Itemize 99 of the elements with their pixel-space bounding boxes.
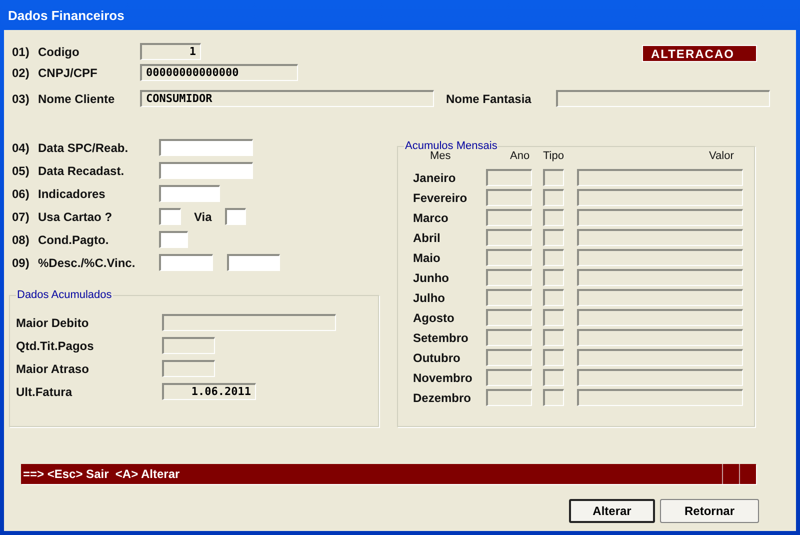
month-label: Outubro: [413, 350, 462, 364]
input-field[interactable]: 00000000000000: [140, 64, 298, 81]
field-number: 03): [12, 92, 30, 106]
field-label: Ult.Fatura: [16, 384, 74, 398]
group-title: Dados Acumulados: [16, 289, 113, 301]
field-number: 01): [12, 44, 30, 58]
month-label: Dezembro: [413, 390, 472, 404]
input-field[interactable]: [162, 314, 336, 331]
input-field[interactable]: [543, 249, 564, 266]
input-field[interactable]: [577, 209, 743, 226]
dialog-button[interactable]: Alterar: [569, 499, 655, 523]
input-field[interactable]: [227, 254, 280, 271]
group-title: Acumulos Mensais: [404, 140, 498, 152]
field-label: Qtd.Tit.Pagos: [16, 338, 95, 352]
input-field[interactable]: [577, 349, 743, 366]
input-field[interactable]: [543, 349, 564, 366]
field-label: Codigo: [38, 44, 80, 58]
input-field[interactable]: [486, 249, 532, 266]
input-field[interactable]: [543, 289, 564, 306]
input-field[interactable]: [543, 229, 564, 246]
field-label: Nome Cliente: [38, 92, 116, 106]
input-field[interactable]: [159, 254, 213, 271]
input-field[interactable]: [162, 360, 215, 377]
input-field[interactable]: 1: [140, 43, 201, 60]
input-field[interactable]: [543, 329, 564, 346]
month-label: Junho: [413, 270, 450, 284]
month-label: Janeiro: [413, 170, 457, 184]
input-field[interactable]: [486, 189, 532, 206]
field-label: Nome Fantasia: [446, 92, 532, 106]
input-field[interactable]: [486, 289, 532, 306]
month-label: Julho: [413, 290, 446, 304]
field-label: CNPJ/CPF: [38, 66, 98, 80]
column-header: Valor: [709, 150, 734, 162]
input-field[interactable]: [159, 162, 253, 179]
input-field[interactable]: [486, 389, 532, 406]
field-label: Data SPC/Reab.: [38, 140, 130, 154]
month-label: Abril: [413, 230, 442, 244]
field-number: 02): [12, 66, 30, 80]
month-label: Agosto: [413, 310, 456, 324]
input-field[interactable]: [543, 269, 564, 286]
input-field[interactable]: [543, 369, 564, 386]
input-field[interactable]: [577, 169, 743, 186]
input-field[interactable]: CONSUMIDOR: [140, 90, 434, 107]
input-field[interactable]: [159, 185, 220, 202]
input-field[interactable]: [486, 349, 532, 366]
window-title: Dados Financeiros: [8, 8, 124, 22]
month-label: Maio: [413, 250, 442, 264]
month-label: Marco: [413, 210, 450, 224]
field-label: %Desc./%C.Vinc.: [38, 256, 136, 270]
dialog-button[interactable]: Retornar: [660, 499, 759, 523]
input-field[interactable]: [486, 269, 532, 286]
month-label: Fevereiro: [413, 190, 468, 204]
field-number: 07): [12, 210, 30, 224]
field-number: 06): [12, 186, 30, 200]
input-field[interactable]: [556, 90, 770, 107]
input-field[interactable]: [577, 269, 743, 286]
input-field[interactable]: [486, 229, 532, 246]
input-field[interactable]: [577, 229, 743, 246]
input-field[interactable]: [577, 389, 743, 406]
month-label: Novembro: [413, 370, 474, 384]
input-field[interactable]: [486, 369, 532, 386]
field-label: Data Recadast.: [38, 164, 126, 178]
status-text: ==> <Esc> Sair <A> Alterar: [22, 467, 181, 481]
input-field[interactable]: [159, 139, 253, 156]
input-field[interactable]: [577, 249, 743, 266]
input-field[interactable]: [543, 209, 564, 226]
input-field[interactable]: [543, 189, 564, 206]
input-field[interactable]: [577, 329, 743, 346]
input-field[interactable]: [577, 309, 743, 326]
field-label: Maior Debito: [16, 316, 90, 330]
input-field[interactable]: [159, 231, 188, 248]
input-field[interactable]: [486, 309, 532, 326]
input-field[interactable]: [543, 309, 564, 326]
input-field[interactable]: [577, 289, 743, 306]
mode-badge: ALTERACAO: [642, 45, 757, 62]
field-label: Usa Cartao ?: [38, 210, 114, 224]
field-label: Maior Atraso: [16, 362, 90, 376]
input-field[interactable]: 1.06.2011: [162, 383, 256, 400]
field-label: Via: [194, 210, 213, 224]
input-field[interactable]: [486, 209, 532, 226]
month-label: Setembro: [413, 330, 470, 344]
column-header: Mes: [430, 150, 452, 162]
column-header: Ano: [510, 150, 531, 162]
input-field[interactable]: [577, 189, 743, 206]
field-label: Cond.Pagto.: [38, 232, 110, 246]
input-field[interactable]: [543, 389, 564, 406]
input-field[interactable]: [225, 208, 246, 225]
field-label: Indicadores: [38, 186, 106, 200]
input-field[interactable]: [486, 169, 532, 186]
field-number: 05): [12, 164, 30, 178]
field-number: 09): [12, 256, 30, 270]
input-field[interactable]: [577, 369, 743, 386]
input-field[interactable]: [543, 169, 564, 186]
input-field[interactable]: [159, 208, 181, 225]
input-field[interactable]: [486, 329, 532, 346]
field-number: 08): [12, 232, 30, 246]
column-header: Tipo: [543, 150, 565, 162]
input-field[interactable]: [162, 337, 215, 354]
field-number: 04): [12, 140, 30, 154]
